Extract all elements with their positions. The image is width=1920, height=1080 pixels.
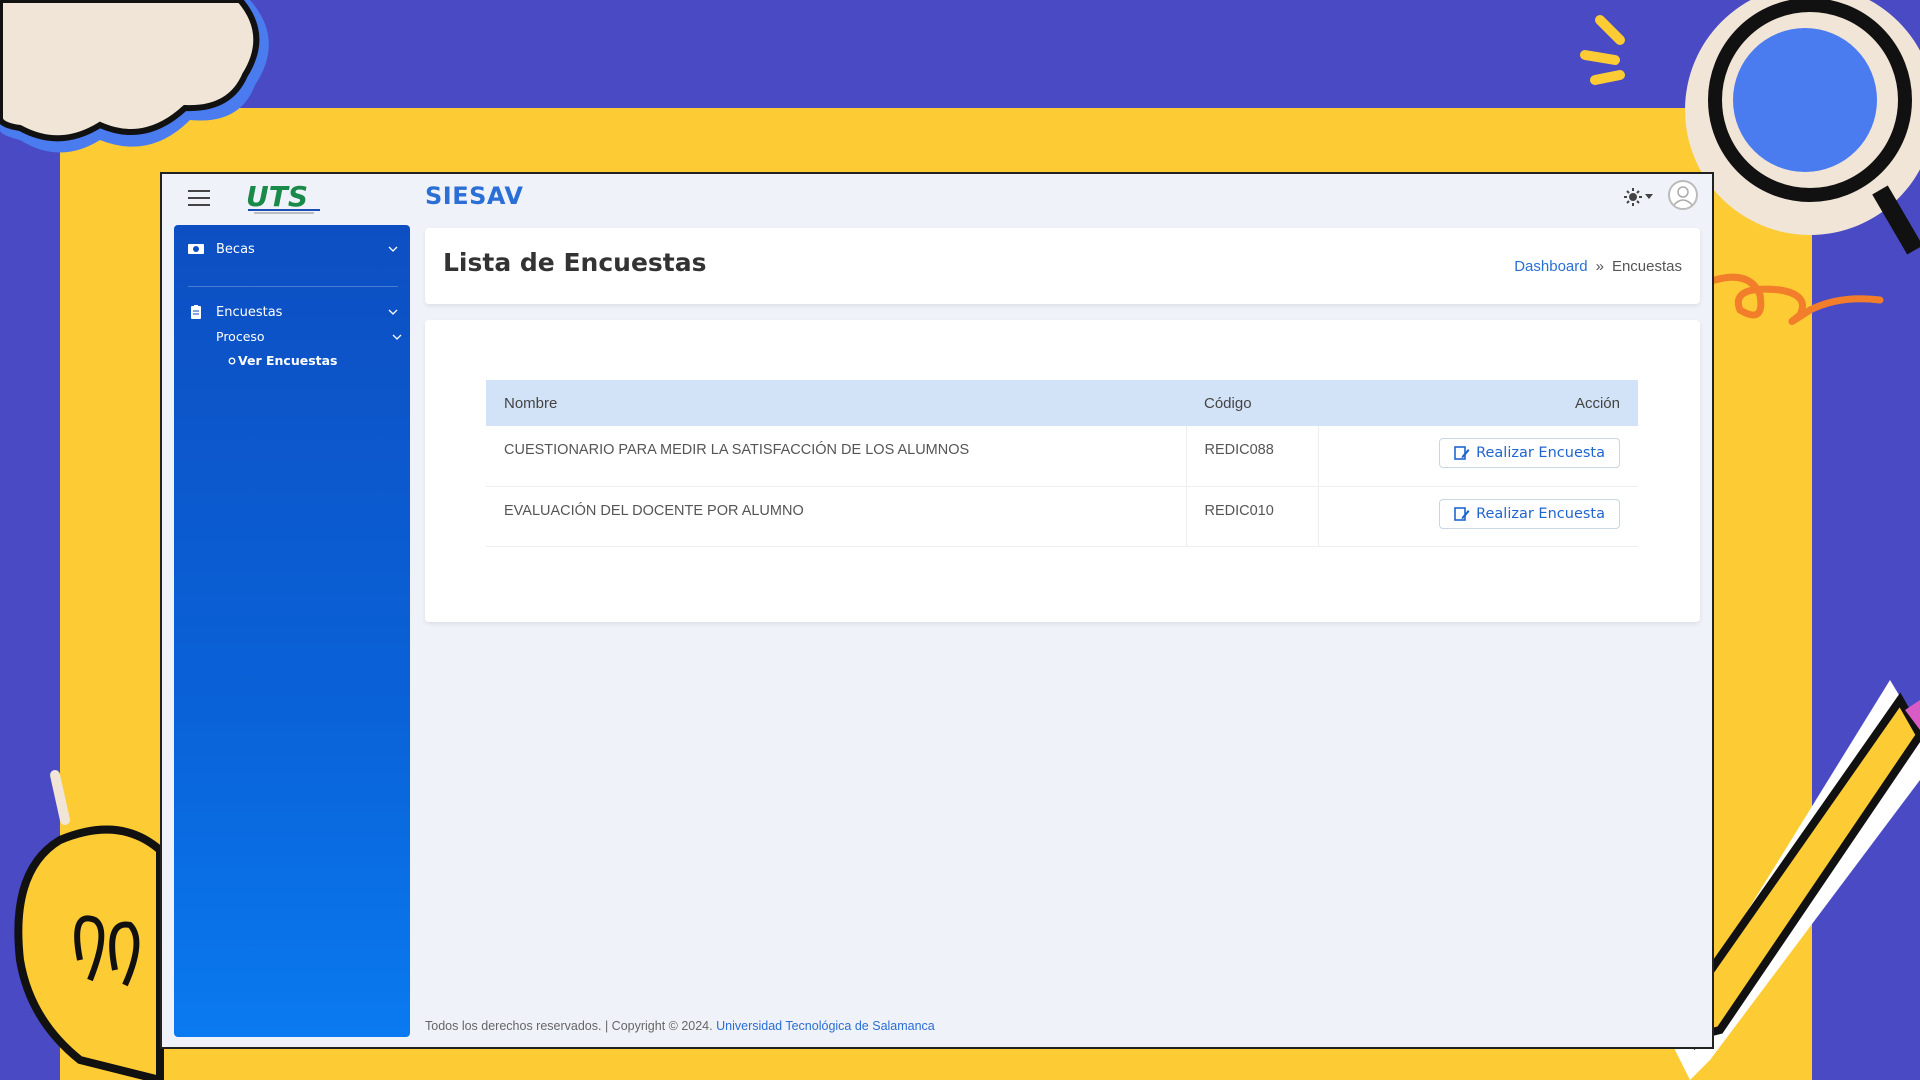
breadcrumb: Dashboard » Encuestas	[1514, 258, 1682, 275]
sidebar-item-becas[interactable]: Becas	[174, 235, 410, 263]
edit-form-icon	[1454, 506, 1470, 521]
theme-toggle-button[interactable]	[1624, 186, 1658, 208]
sidebar-item-label: Encuestas	[216, 304, 283, 320]
subgroup-label: Proceso	[216, 329, 265, 344]
edit-form-icon	[1454, 446, 1470, 460]
footer-text: Todos los derechos reservados. | Copyrig…	[425, 1019, 713, 1033]
footer: Todos los derechos reservados. | Copyrig…	[425, 1019, 935, 1033]
breadcrumb-dashboard-link[interactable]: Dashboard	[1514, 258, 1587, 275]
cell-nombre: CUESTIONARIO PARA MEDIR LA SATISFACCIÓN …	[486, 426, 1187, 486]
breadcrumb-separator: »	[1595, 258, 1604, 275]
surveys-table: Nombre Código Acción CUESTIONARIO PARA M…	[486, 380, 1638, 547]
chevron-down-icon	[388, 309, 398, 315]
active-item-label: Ver Encuestas	[238, 353, 338, 368]
app-title: SIESAV	[425, 182, 524, 210]
svg-text:UTS: UTS	[246, 180, 308, 213]
chevron-down-icon	[388, 246, 398, 252]
user-avatar[interactable]	[1668, 180, 1698, 210]
button-label: Realizar Encuesta	[1476, 445, 1605, 461]
clipboard-icon	[191, 305, 201, 319]
table-header-row: Nombre Código Acción	[486, 380, 1638, 426]
button-label: Realizar Encuesta	[1476, 505, 1605, 522]
column-header-codigo: Código	[1204, 394, 1252, 412]
table-row: EVALUACIÓN DEL DOCENTE POR ALUMNO REDIC0…	[486, 486, 1638, 546]
cell-accion: Realizar Encuesta	[1318, 486, 1638, 546]
sidebar-item-label: Becas	[216, 241, 255, 257]
realizar-encuesta-button[interactable]: Realizar Encuesta	[1439, 498, 1620, 529]
sun-icon	[1624, 188, 1642, 206]
cell-nombre: EVALUACIÓN DEL DOCENTE POR ALUMNO	[486, 486, 1187, 546]
surveys-card: Nombre Código Acción CUESTIONARIO PARA M…	[425, 320, 1700, 622]
lightbulb-decoration	[14, 770, 164, 1080]
cloud-decoration	[0, 0, 269, 153]
menu-toggle-icon[interactable]	[188, 190, 210, 206]
money-icon	[188, 244, 204, 254]
cell-codigo: REDIC088	[1186, 426, 1319, 486]
column-header-nombre: Nombre	[504, 394, 558, 412]
user-icon	[1672, 186, 1694, 207]
cell-accion: Realizar Encuesta	[1318, 426, 1638, 486]
sidebar: Becas Encuestas Proceso Ver Encuestas	[174, 225, 410, 1037]
top-navbar: UTS SIESAV	[160, 172, 1714, 224]
app-window: UTS SIESAV Becas Encuestas Proceso Ver E…	[160, 172, 1714, 1049]
realizar-encuesta-button[interactable]: Realizar Encuesta	[1439, 438, 1620, 468]
circle-icon	[228, 357, 236, 365]
breadcrumb-current: Encuestas	[1611, 258, 1682, 275]
footer-university-link[interactable]: Universidad Tecnológica de Salamanca	[716, 1019, 935, 1033]
uts-logo: UTS	[244, 180, 324, 216]
sidebar-item-ver-encuestas[interactable]: Ver Encuestas	[228, 353, 338, 368]
squiggle-decoration	[1711, 273, 1884, 325]
cell-codigo: REDIC010	[1186, 486, 1319, 546]
caret-down-icon	[1645, 194, 1653, 199]
sidebar-item-encuestas[interactable]: Encuestas	[174, 298, 410, 326]
page-title: Lista de Encuestas	[443, 248, 707, 277]
content-header: Lista de Encuestas Dashboard » Encuestas	[425, 228, 1700, 304]
sidebar-subgroup-proceso[interactable]: Proceso	[216, 329, 402, 344]
chevron-down-icon	[392, 334, 402, 340]
column-header-accion: Acción	[1574, 394, 1620, 412]
table-row: CUESTIONARIO PARA MEDIR LA SATISFACCIÓN …	[486, 426, 1638, 486]
sidebar-divider	[188, 286, 398, 287]
